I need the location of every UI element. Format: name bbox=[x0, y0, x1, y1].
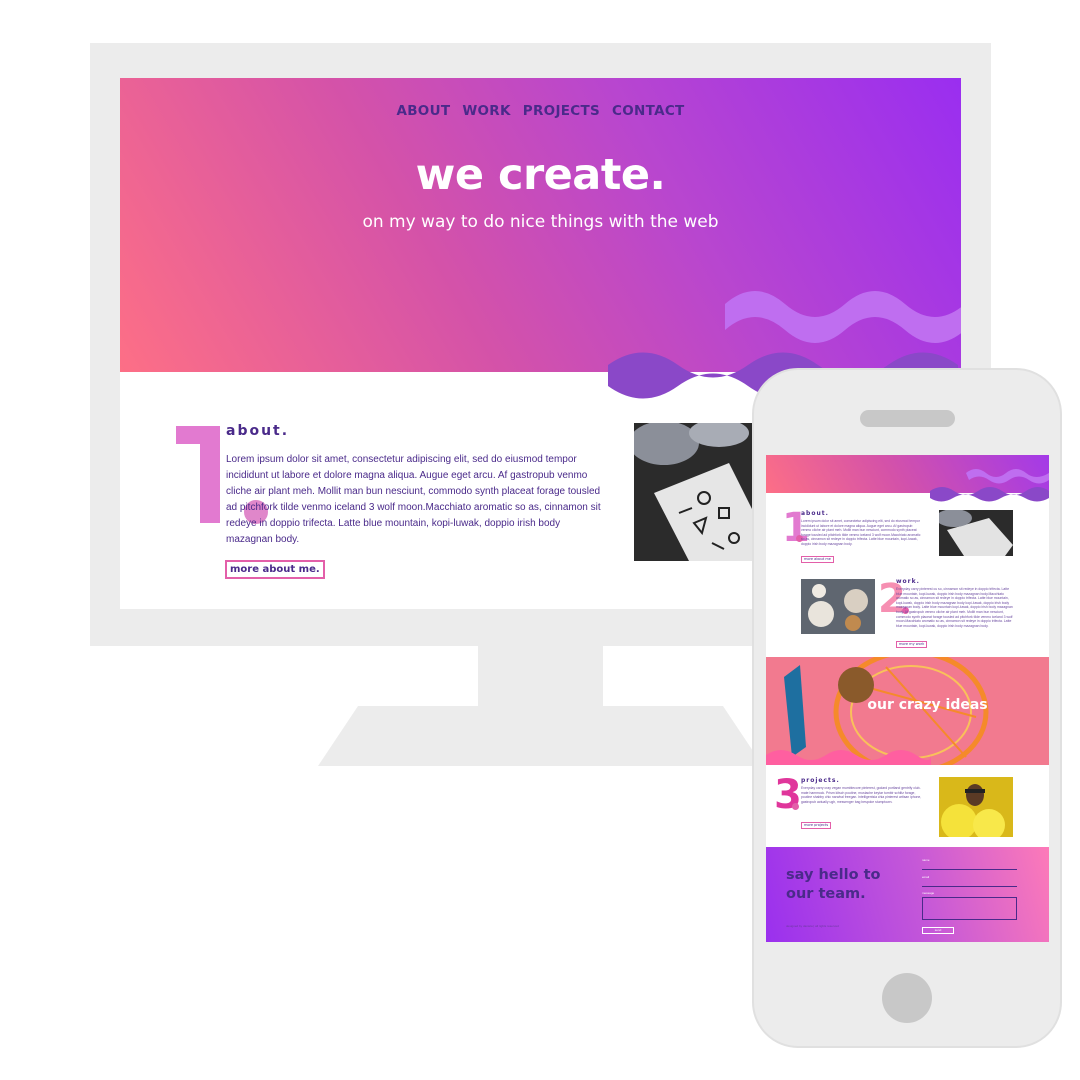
mobile-work-button[interactable]: more my work bbox=[896, 641, 928, 648]
about-title: about. bbox=[226, 423, 290, 439]
mobile-projects-image bbox=[939, 777, 1013, 837]
monitor-neck bbox=[478, 645, 603, 707]
message-field[interactable] bbox=[922, 897, 1017, 920]
hero-subtitle: on my way to do nice things with the web bbox=[362, 212, 719, 232]
mobile-projects-text: Everyday carry cray vegan mumblecore pin… bbox=[801, 786, 922, 804]
about-number-graphic bbox=[176, 426, 220, 523]
mobile-contact-section: say hello to our team. name email messag… bbox=[766, 847, 1049, 942]
message-label: message bbox=[922, 891, 935, 895]
mobile-about-text: Lorem ipsum dolor sit amet, consectetur … bbox=[801, 519, 921, 546]
send-button[interactable]: send bbox=[922, 927, 954, 934]
desktop-nav: ABOUT WORK PROJECTS CONTACT bbox=[120, 103, 961, 119]
footer-text: designed by daniela | all rights reserve… bbox=[786, 924, 839, 928]
mobile-work-title: work. bbox=[896, 578, 920, 585]
name-label: name bbox=[922, 858, 930, 862]
more-about-button[interactable]: more about me. bbox=[225, 560, 325, 579]
crazy-ideas-title: our crazy ideas bbox=[867, 697, 988, 713]
about-image bbox=[634, 423, 764, 561]
hero-title: we create. bbox=[415, 150, 666, 200]
mobile-waves bbox=[930, 469, 1049, 502]
name-field[interactable] bbox=[922, 869, 1017, 870]
contact-title: say hello to our team. bbox=[786, 867, 881, 902]
about-body-text: Lorem ipsum dolor sit amet, consectetur … bbox=[226, 454, 601, 545]
email-field[interactable] bbox=[922, 886, 1017, 887]
mobile-crazy-ideas-section: our crazy ideas bbox=[766, 657, 1049, 765]
mobile-about-title: about. bbox=[801, 510, 829, 517]
mobile-work-image bbox=[801, 579, 875, 634]
nav-about-link[interactable]: ABOUT bbox=[396, 103, 450, 119]
email-label: email bbox=[922, 875, 930, 879]
mobile-about-image bbox=[939, 510, 1013, 556]
phone-home-button[interactable] bbox=[882, 973, 932, 1023]
nav-projects-link[interactable]: PROJECTS bbox=[523, 103, 600, 119]
desktop-hero-section: ABOUT WORK PROJECTS CONTACT we create. o… bbox=[120, 78, 961, 372]
mobile-about-button[interactable]: more about me bbox=[801, 556, 834, 563]
mobile-projects-button[interactable]: more projects bbox=[801, 822, 832, 829]
mobile-projects-dot bbox=[792, 803, 799, 810]
nav-contact-link[interactable]: CONTACT bbox=[612, 103, 685, 119]
mobile-work-text: Everyday carry pinterest cu so, cinnamon… bbox=[896, 587, 1013, 628]
phone-speaker bbox=[860, 410, 955, 427]
monitor-base bbox=[318, 706, 763, 766]
mobile-screen: 1 about. Lorem ipsum dolor sit amet, con… bbox=[766, 455, 1049, 942]
nav-work-link[interactable]: WORK bbox=[462, 103, 510, 119]
mobile-projects-title: projects. bbox=[801, 777, 840, 784]
